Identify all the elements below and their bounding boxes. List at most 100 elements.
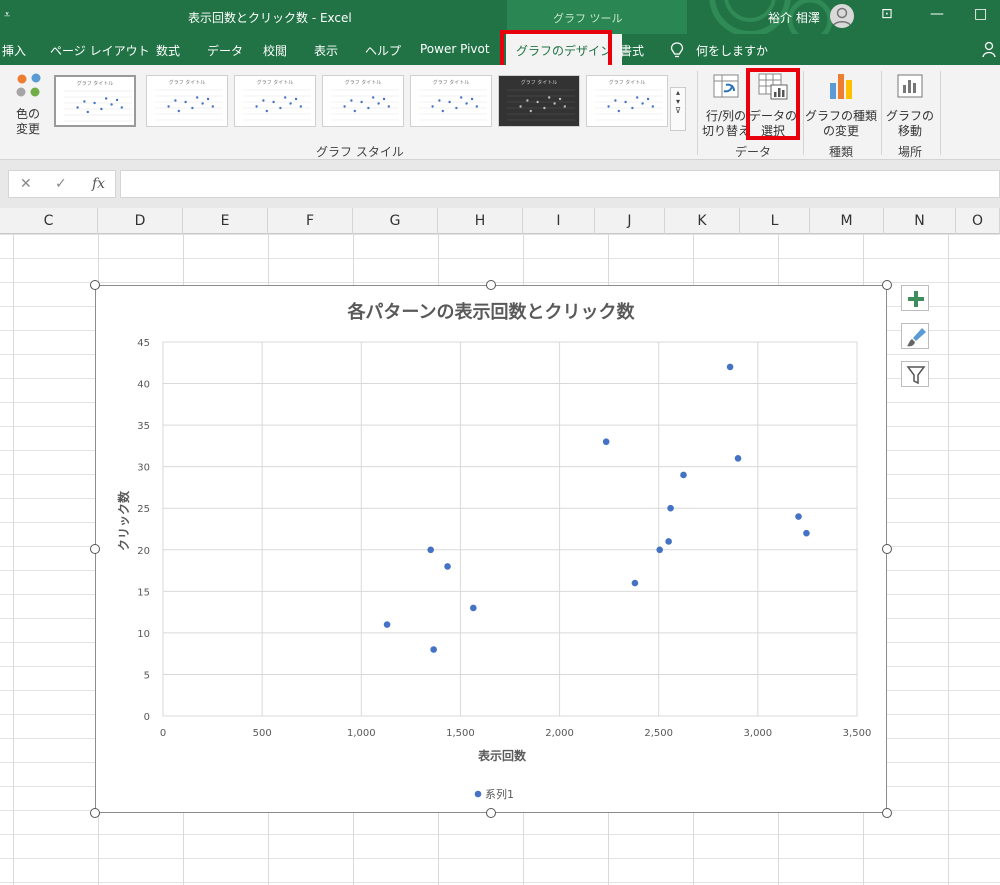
chart-style-thumbnail[interactable]: グラフ タイトル bbox=[322, 75, 404, 127]
y-axis-title[interactable]: クリック数 bbox=[116, 490, 131, 551]
window-title: 表示回数とクリック数 - Excel bbox=[188, 11, 352, 25]
data-group-label: データ bbox=[735, 145, 772, 159]
chart-filters-button[interactable] bbox=[901, 361, 929, 387]
column-header-n[interactable]: N bbox=[884, 208, 956, 234]
chart-styles-button[interactable] bbox=[901, 323, 929, 349]
filter-icon bbox=[906, 366, 926, 385]
chart-plot-svg[interactable]: 0 5 10 15 20 25 30 35 40 45 0 500 1,000 1,500 2,000 2,5… bbox=[96, 286, 886, 812]
change-colors-label-1: 色の bbox=[15, 107, 40, 121]
data-point[interactable] bbox=[665, 538, 672, 545]
title-bar: ⩡ 表示回数とクリック数 - Excel グラフ ツール 裕介 相澤 ⊡ — □ bbox=[0, 0, 1000, 34]
tab-power-pivot[interactable]: Power Pivot bbox=[420, 42, 490, 56]
change-colors-button[interactable]: 色の 変更 bbox=[6, 69, 50, 141]
data-point[interactable] bbox=[680, 471, 687, 479]
user-name[interactable]: 裕介 相澤 bbox=[768, 9, 820, 26]
ribbon-display-options-icon[interactable]: ⊡ bbox=[881, 6, 893, 22]
enter-icon[interactable]: ✓ bbox=[55, 176, 67, 192]
resize-handle-bottom[interactable] bbox=[486, 808, 496, 818]
column-header-d[interactable]: D bbox=[98, 208, 183, 234]
insert-function-icon[interactable]: fx bbox=[92, 176, 105, 192]
data-point[interactable] bbox=[667, 504, 674, 512]
chart-style-thumbnail[interactable]: グラフ タイトル bbox=[586, 75, 668, 127]
column-header-o[interactable]: O bbox=[956, 208, 1000, 234]
quick-access-dropdown-icon[interactable]: ⩡ bbox=[4, 8, 10, 22]
data-point[interactable] bbox=[602, 438, 610, 446]
resize-handle-bottom-left[interactable] bbox=[90, 808, 100, 818]
data-point[interactable] bbox=[631, 579, 639, 587]
y-tick-label: 25 bbox=[137, 504, 150, 515]
x-axis-title[interactable]: 表示回数 bbox=[477, 748, 527, 763]
column-header-m[interactable]: M bbox=[810, 208, 884, 234]
bar-chart-icon bbox=[830, 74, 852, 99]
column-header-f[interactable]: F bbox=[268, 208, 353, 234]
chart-style-thumbnail-title: グラフ タイトル bbox=[168, 80, 206, 86]
chart-style-thumbnail[interactable]: グラフ タイトル bbox=[234, 75, 316, 127]
tab-format[interactable]: 書式 bbox=[620, 42, 644, 59]
data-point[interactable] bbox=[726, 363, 734, 371]
column-header-j[interactable]: J bbox=[595, 208, 665, 234]
column-header-i[interactable]: I bbox=[523, 208, 595, 234]
restore-button[interactable]: □ bbox=[974, 6, 987, 22]
chart-elements-button[interactable] bbox=[901, 285, 929, 311]
chart-style-thumbnail[interactable]: グラフ タイトル bbox=[410, 75, 492, 127]
plus-icon bbox=[908, 291, 924, 307]
resize-handle-top-right[interactable] bbox=[882, 280, 892, 290]
mini-scatter-icon bbox=[243, 89, 311, 121]
move-chart-label-1: グラフの bbox=[885, 109, 934, 123]
tab-page-layout[interactable]: ページ レイアウト bbox=[50, 42, 150, 59]
resize-handle-top-left[interactable] bbox=[90, 280, 100, 290]
data-point[interactable] bbox=[430, 646, 437, 653]
tell-me-search[interactable]: 何をしますか bbox=[696, 42, 768, 59]
data-point[interactable] bbox=[470, 604, 477, 612]
x-tick-label: 2,500 bbox=[644, 728, 673, 739]
resize-handle-left[interactable] bbox=[90, 544, 100, 554]
column-header-e[interactable]: E bbox=[183, 208, 268, 234]
column-header-g[interactable]: G bbox=[353, 208, 438, 234]
data-point[interactable] bbox=[444, 563, 451, 570]
data-point[interactable] bbox=[427, 546, 434, 554]
move-chart-label-2: 移動 bbox=[897, 124, 922, 138]
data-point[interactable] bbox=[803, 529, 810, 537]
chart-style-thumbnail-title: グラフ タイトル bbox=[344, 80, 382, 86]
y-tick-label: 45 bbox=[137, 338, 150, 349]
data-point[interactable] bbox=[795, 513, 802, 520]
data-point[interactable] bbox=[383, 621, 391, 628]
y-tick-label: 40 bbox=[137, 380, 150, 391]
switch-row-column-button[interactable]: 行/列の 切り替え bbox=[702, 69, 750, 141]
x-tick-label: 500 bbox=[253, 728, 272, 739]
resize-handle-right[interactable] bbox=[882, 544, 892, 554]
tab-help[interactable]: ヘルプ bbox=[365, 42, 401, 59]
palette-dots-icon bbox=[16, 73, 41, 97]
plot-area[interactable] bbox=[162, 341, 858, 717]
minimize-button[interactable]: — bbox=[930, 6, 944, 22]
tab-data[interactable]: データ bbox=[207, 42, 243, 59]
share-person-icon[interactable] bbox=[982, 41, 998, 59]
formula-input[interactable] bbox=[120, 170, 1000, 198]
scatter-chart[interactable]: 各パターンの表示回数とクリック数 0 5 10 15 20 25 30 35 40 45 0 500 1… bbox=[95, 285, 887, 813]
tab-review[interactable]: 校閲 bbox=[263, 42, 287, 59]
chart-style-thumbnail[interactable]: グラフ タイトル bbox=[54, 75, 136, 127]
cancel-icon[interactable]: ✕ bbox=[20, 176, 32, 192]
column-header-l[interactable]: L bbox=[740, 208, 810, 234]
data-point[interactable] bbox=[656, 546, 664, 554]
column-header-h[interactable]: H bbox=[438, 208, 523, 234]
move-chart-button[interactable]: グラフの 移動 bbox=[886, 69, 934, 141]
chart-style-thumbnail[interactable]: グラフ タイトル bbox=[146, 75, 228, 127]
column-header-c[interactable]: C bbox=[0, 208, 98, 234]
gallery-scroll-control[interactable]: ▴ ▾ ⊽ bbox=[670, 87, 686, 131]
data-point[interactable] bbox=[734, 455, 742, 462]
resize-handle-top[interactable] bbox=[486, 280, 496, 290]
user-avatar[interactable] bbox=[830, 4, 854, 28]
legend-entry[interactable]: 系列1 bbox=[485, 787, 514, 801]
mini-scatter-icon bbox=[155, 89, 223, 121]
resize-handle-bottom-right[interactable] bbox=[882, 808, 892, 818]
tab-formulas[interactable]: 数式 bbox=[156, 42, 180, 59]
chart-tools-context: グラフ ツール bbox=[507, 0, 687, 34]
column-header-k[interactable]: K bbox=[665, 208, 740, 234]
change-chart-type-button[interactable]: グラフの種類 の変更 bbox=[805, 69, 877, 141]
chart-style-thumbnail-title: グラフ タイトル bbox=[432, 80, 470, 86]
tab-insert[interactable]: 挿入 bbox=[2, 42, 26, 59]
tab-view[interactable]: 表示 bbox=[314, 42, 338, 59]
chart-style-thumbnail[interactable]: グラフ タイトル bbox=[498, 75, 580, 127]
tab-highlight-annotation bbox=[500, 30, 612, 69]
